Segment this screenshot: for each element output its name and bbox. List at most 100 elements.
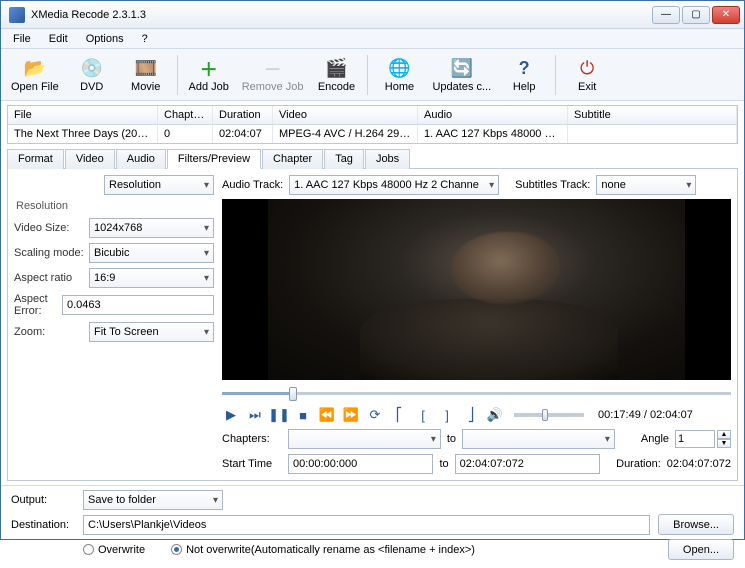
separator <box>367 55 368 95</box>
zoom-select[interactable]: Fit To Screen <box>89 322 214 342</box>
lbl-zoom: Zoom: <box>14 326 89 338</box>
spin-up[interactable]: ▲ <box>717 430 731 439</box>
aspect-error-input[interactable] <box>62 295 214 315</box>
mark-out-icon[interactable]: ⎦ <box>462 406 480 424</box>
help-icon: ? <box>512 57 536 81</box>
spin-down[interactable]: ▼ <box>717 439 731 448</box>
toolbar-home[interactable]: 🌐Home <box>372 55 426 95</box>
cell-audio: 1. AAC 127 Kbps 48000 H... <box>418 125 568 143</box>
stop-button[interactable]: ■ <box>294 406 312 424</box>
folder-open-icon: 📂 <box>23 57 47 81</box>
separator <box>555 55 556 95</box>
disc-icon: 💿 <box>80 57 104 81</box>
lbl-sub-track: Subtitles Track: <box>515 179 590 191</box>
close-button[interactable]: ✕ <box>712 6 740 24</box>
maximize-button[interactable]: ▢ <box>682 6 710 24</box>
film-icon: 🎞️ <box>134 57 158 81</box>
scaling-select[interactable]: Bicubic <box>89 243 214 263</box>
lbl-aspect: Aspect ratio <box>14 272 89 284</box>
tab-video[interactable]: Video <box>65 149 115 169</box>
separator <box>177 55 178 95</box>
refresh-icon: 🔄 <box>450 57 474 81</box>
encode-icon: 🎬 <box>324 57 348 81</box>
lbl-destination: Destination: <box>11 519 75 531</box>
tab-filters[interactable]: Filters/Preview <box>167 149 261 169</box>
cell-duration: 02:04:07 <box>213 125 273 143</box>
toolbar-help[interactable]: ?Help <box>497 55 551 95</box>
bracket-left-icon[interactable]: [ <box>414 406 432 424</box>
loop-button[interactable]: ⟳ <box>366 406 384 424</box>
tab-audio[interactable]: Audio <box>116 149 166 169</box>
start-time-input[interactable] <box>288 454 433 474</box>
menu-options[interactable]: Options <box>78 31 132 47</box>
play-button[interactable]: ▶ <box>222 406 240 424</box>
lbl-chapters: Chapters: <box>222 433 282 445</box>
exit-icon: ⏻ <box>575 57 599 81</box>
audio-track-select[interactable]: 1. AAC 127 Kbps 48000 Hz 2 Channe <box>289 175 499 195</box>
rewind-button[interactable]: ⏪ <box>318 406 336 424</box>
cell-file: The Next Three Days (2010) MV4 NL ... <box>8 125 158 143</box>
toolbar-exit[interactable]: ⏻Exit <box>560 55 614 95</box>
angle-input[interactable] <box>675 430 715 448</box>
menu-help[interactable]: ? <box>134 31 156 47</box>
subtitle-track-select[interactable]: none <box>596 175 696 195</box>
col-audio[interactable]: Audio <box>418 106 568 124</box>
col-file[interactable]: File <box>8 106 158 124</box>
lbl-aspecterr: Aspect Error: <box>14 293 62 317</box>
toolbar-open-file[interactable]: 📂Open File <box>5 55 65 95</box>
tab-format[interactable]: Format <box>7 149 64 169</box>
tab-chapter[interactable]: Chapter <box>262 149 323 169</box>
filter-mode-select[interactable]: Resolution <box>104 175 214 195</box>
output-mode-select[interactable]: Save to folder <box>83 490 223 510</box>
toolbar-remove-job: －Remove Job <box>236 55 310 95</box>
volume-icon[interactable]: 🔊 <box>486 406 504 424</box>
open-button[interactable]: Open... <box>668 539 734 560</box>
col-subtitle[interactable]: Subtitle <box>568 106 737 124</box>
aspect-select[interactable]: 16:9 <box>89 268 214 288</box>
cell-subtitle <box>568 125 737 143</box>
menu-edit[interactable]: Edit <box>41 31 76 47</box>
lbl-to2: to <box>439 458 448 470</box>
volume-slider[interactable] <box>514 413 584 417</box>
chapter-to-select[interactable] <box>462 429 615 449</box>
video-size-select[interactable]: 1024x768 <box>89 218 214 238</box>
lbl-video-size: Video Size: <box>14 222 89 234</box>
radio-not-overwrite[interactable]: Not overwrite(Automatically rename as <f… <box>171 544 475 556</box>
bracket-right-icon[interactable]: ] <box>438 406 456 424</box>
toolbar-add-job[interactable]: ＋Add Job <box>182 55 236 95</box>
mark-in-icon[interactable]: ⎡ <box>390 406 408 424</box>
toolbar-dvd[interactable]: 💿DVD <box>65 55 119 95</box>
minus-icon: － <box>261 57 285 81</box>
toolbar-encode[interactable]: 🎬Encode <box>309 55 363 95</box>
destination-input[interactable] <box>83 515 650 535</box>
lbl-angle: Angle <box>641 433 669 445</box>
plus-icon: ＋ <box>197 57 221 81</box>
radio-overwrite[interactable]: Overwrite <box>83 544 145 556</box>
browse-button[interactable]: Browse... <box>658 514 734 535</box>
window-title: XMedia Recode 2.3.1.3 <box>31 9 652 21</box>
toolbar-updates[interactable]: 🔄Updates c... <box>426 55 497 95</box>
cell-chapters: 0 <box>158 125 213 143</box>
next-button[interactable]: ⏭ <box>246 406 264 424</box>
col-video[interactable]: Video <box>273 106 418 124</box>
end-time-input[interactable] <box>455 454 600 474</box>
menu-file[interactable]: File <box>5 31 39 47</box>
lbl-output: Output: <box>11 494 75 506</box>
cell-video: MPEG-4 AVC / H.264 29.9... <box>273 125 418 143</box>
seek-slider[interactable] <box>222 384 731 402</box>
section-resolution: Resolution <box>16 200 214 212</box>
forward-button[interactable]: ⏩ <box>342 406 360 424</box>
chapter-from-select[interactable] <box>288 429 441 449</box>
col-chapters[interactable]: Chapters <box>158 106 213 124</box>
toolbar-movie[interactable]: 🎞️Movie <box>119 55 173 95</box>
col-duration[interactable]: Duration <box>213 106 273 124</box>
lbl-start: Start Time <box>222 458 282 470</box>
file-row[interactable]: The Next Three Days (2010) MV4 NL ... 0 … <box>8 125 737 143</box>
minimize-button[interactable]: — <box>652 6 680 24</box>
pause-button[interactable]: ❚❚ <box>270 406 288 424</box>
app-icon <box>9 7 25 23</box>
tab-tag[interactable]: Tag <box>324 149 364 169</box>
preview-area <box>222 199 731 380</box>
globe-icon: 🌐 <box>387 57 411 81</box>
tab-jobs[interactable]: Jobs <box>365 149 410 169</box>
